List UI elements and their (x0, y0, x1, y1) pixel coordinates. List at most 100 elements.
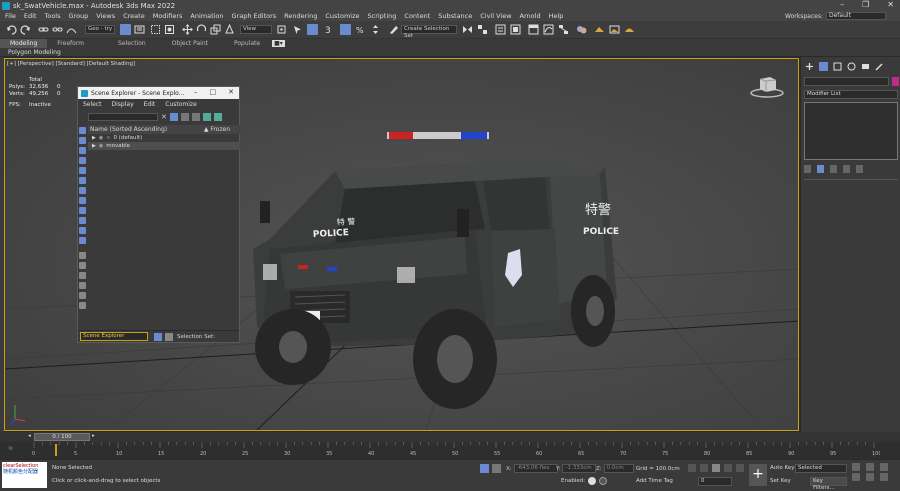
filter-frozen-icon[interactable] (79, 227, 86, 234)
zoom-all-icon[interactable] (866, 463, 874, 471)
add-time-tag[interactable]: Add Time Tag (636, 478, 673, 484)
isolate-selection-icon[interactable] (480, 464, 489, 473)
menu-graph-editors[interactable]: Graph Editors (232, 12, 285, 20)
schematic-view-icon[interactable] (558, 24, 569, 35)
prev-frame-arrow-icon[interactable]: ◂ (28, 433, 31, 439)
layers-icon[interactable] (202, 113, 211, 121)
spinner-snap-icon[interactable] (370, 24, 381, 35)
curve-editor-icon[interactable] (543, 24, 554, 35)
play-icon[interactable] (712, 464, 720, 472)
filter-bones-icon[interactable] (79, 207, 86, 214)
make-unique-icon[interactable] (830, 165, 837, 173)
filter-cameras-icon[interactable] (79, 157, 86, 164)
filter-hidden-icon[interactable] (79, 237, 86, 244)
menu-rendering[interactable]: Rendering (284, 12, 325, 20)
se-minimize-icon[interactable]: – (194, 88, 198, 96)
pin-stack-icon[interactable] (804, 165, 811, 173)
filter-xrefs-icon[interactable] (79, 197, 86, 204)
reference-coord-select[interactable]: View (240, 25, 272, 34)
modifier-stack[interactable] (804, 102, 898, 160)
sort-icon[interactable] (191, 113, 200, 121)
y-field[interactable]: -1.333cm (562, 464, 597, 473)
lock-icon[interactable] (180, 113, 189, 121)
list-item[interactable]: ▶ ◉ ≋ 0 (default) (88, 134, 240, 142)
configure-modifier-sets-icon[interactable] (856, 165, 863, 173)
frozen-column-header[interactable]: ▲ Frozen (204, 126, 230, 133)
select-manipulate-icon[interactable] (292, 24, 303, 35)
filter-geometry-icon[interactable] (79, 127, 86, 134)
current-frame-field[interactable]: 0 (698, 477, 732, 486)
orbit-icon[interactable] (880, 473, 888, 481)
z-field[interactable]: 0.0cm (603, 464, 634, 473)
close-icon[interactable]: ✕ (887, 0, 894, 9)
show-end-result-icon[interactable] (817, 165, 824, 173)
menu-animation[interactable]: Animation (190, 12, 231, 20)
funnel-icon[interactable] (79, 282, 86, 289)
next-frame-arrow-icon[interactable]: ▸ (92, 433, 95, 439)
layer-explorer-icon[interactable] (510, 24, 521, 35)
record-icon[interactable] (599, 477, 608, 485)
motion-panel-icon[interactable] (847, 62, 856, 71)
se-close-icon[interactable]: ✕ (228, 88, 234, 96)
menu-tools[interactable]: Tools (44, 12, 68, 20)
go-to-end-icon[interactable] (736, 464, 744, 472)
toggle-ribbon-icon[interactable] (528, 24, 539, 35)
se-maximize-icon[interactable]: □ (210, 88, 217, 96)
material-editor-icon[interactable] (576, 24, 587, 35)
redo-icon[interactable] (20, 24, 31, 35)
hierarchy-mode-icon[interactable] (154, 332, 162, 341)
undo-icon[interactable] (6, 24, 17, 35)
filter-shapes-icon[interactable] (79, 137, 86, 144)
utilities-panel-icon[interactable] (875, 62, 884, 71)
menu-create[interactable]: Create (123, 12, 153, 20)
set-key-button[interactable]: Set Key (770, 478, 791, 484)
time-slider-handle[interactable]: 0 / 100 (34, 433, 90, 441)
filter-helpers-icon[interactable] (79, 167, 86, 174)
edit-named-selection-icon[interactable] (388, 24, 399, 35)
menu-help[interactable]: Help (549, 12, 572, 20)
key-filters-button[interactable]: Key Filters... (810, 477, 847, 491)
object-color-swatch[interactable] (892, 77, 899, 86)
tab-freeform[interactable]: Freeform (47, 39, 94, 48)
render-production-icon[interactable] (624, 24, 635, 35)
keyboard-shortcut-icon[interactable] (307, 24, 318, 35)
move-icon[interactable] (182, 24, 193, 35)
key-mode-select[interactable]: Selected (795, 464, 847, 473)
bind-space-warp-icon[interactable] (66, 24, 77, 35)
snaps-toggle-icon[interactable]: 3 (325, 24, 336, 36)
tab-object-paint[interactable]: Object Paint (162, 39, 218, 48)
name-column-header[interactable]: Name (Sorted Ascending) (90, 126, 167, 133)
options-icon[interactable] (79, 302, 86, 309)
modify-panel-icon[interactable] (819, 62, 828, 71)
modifier-list-select[interactable]: Modifier List (804, 90, 898, 99)
align-icon[interactable] (477, 24, 488, 35)
window-crossing-icon[interactable] (164, 24, 175, 35)
display-none-icon[interactable] (79, 262, 86, 269)
scene-explorer-column-header[interactable]: Name (Sorted Ascending) ▲ Frozen (88, 125, 240, 134)
object-name-field[interactable] (804, 77, 889, 86)
angle-snap-icon[interactable] (340, 24, 351, 35)
enabled-toggle-icon[interactable] (588, 477, 597, 485)
rect-region-icon[interactable] (150, 24, 161, 35)
menu-arnold[interactable]: Arnold (520, 12, 549, 20)
menu-modifiers[interactable]: Modifiers (153, 12, 191, 20)
polygon-modeling-label[interactable]: Polygon Modeling (8, 49, 61, 56)
x-field[interactable]: -643.06 flex (513, 464, 558, 473)
hierarchy-icon[interactable] (213, 113, 222, 121)
auto-key-button[interactable]: Auto Key (770, 465, 795, 471)
field-of-view-icon[interactable] (852, 473, 860, 481)
toggle-scene-explorer-icon[interactable] (495, 24, 506, 35)
render-setup-icon[interactable] (594, 24, 605, 35)
expand-arrow-icon[interactable]: ▶ (92, 135, 96, 141)
time-slider[interactable]: ◂ 0 / 100 ▸ (0, 432, 900, 442)
menu-content[interactable]: Content (404, 12, 438, 20)
display-all-icon[interactable] (79, 252, 86, 259)
zoom-extents-icon[interactable] (880, 463, 888, 471)
rotate-icon[interactable] (196, 24, 207, 35)
list-item[interactable]: ▶ ◉ movable (88, 142, 240, 150)
filter-spacewarps-icon[interactable] (79, 177, 86, 184)
clear-search-icon[interactable]: ✕ (161, 113, 167, 121)
viewcube-icon[interactable] (750, 73, 784, 99)
invert-display-icon[interactable] (79, 272, 86, 279)
visibility-eye-icon[interactable]: ◉ (99, 135, 103, 141)
